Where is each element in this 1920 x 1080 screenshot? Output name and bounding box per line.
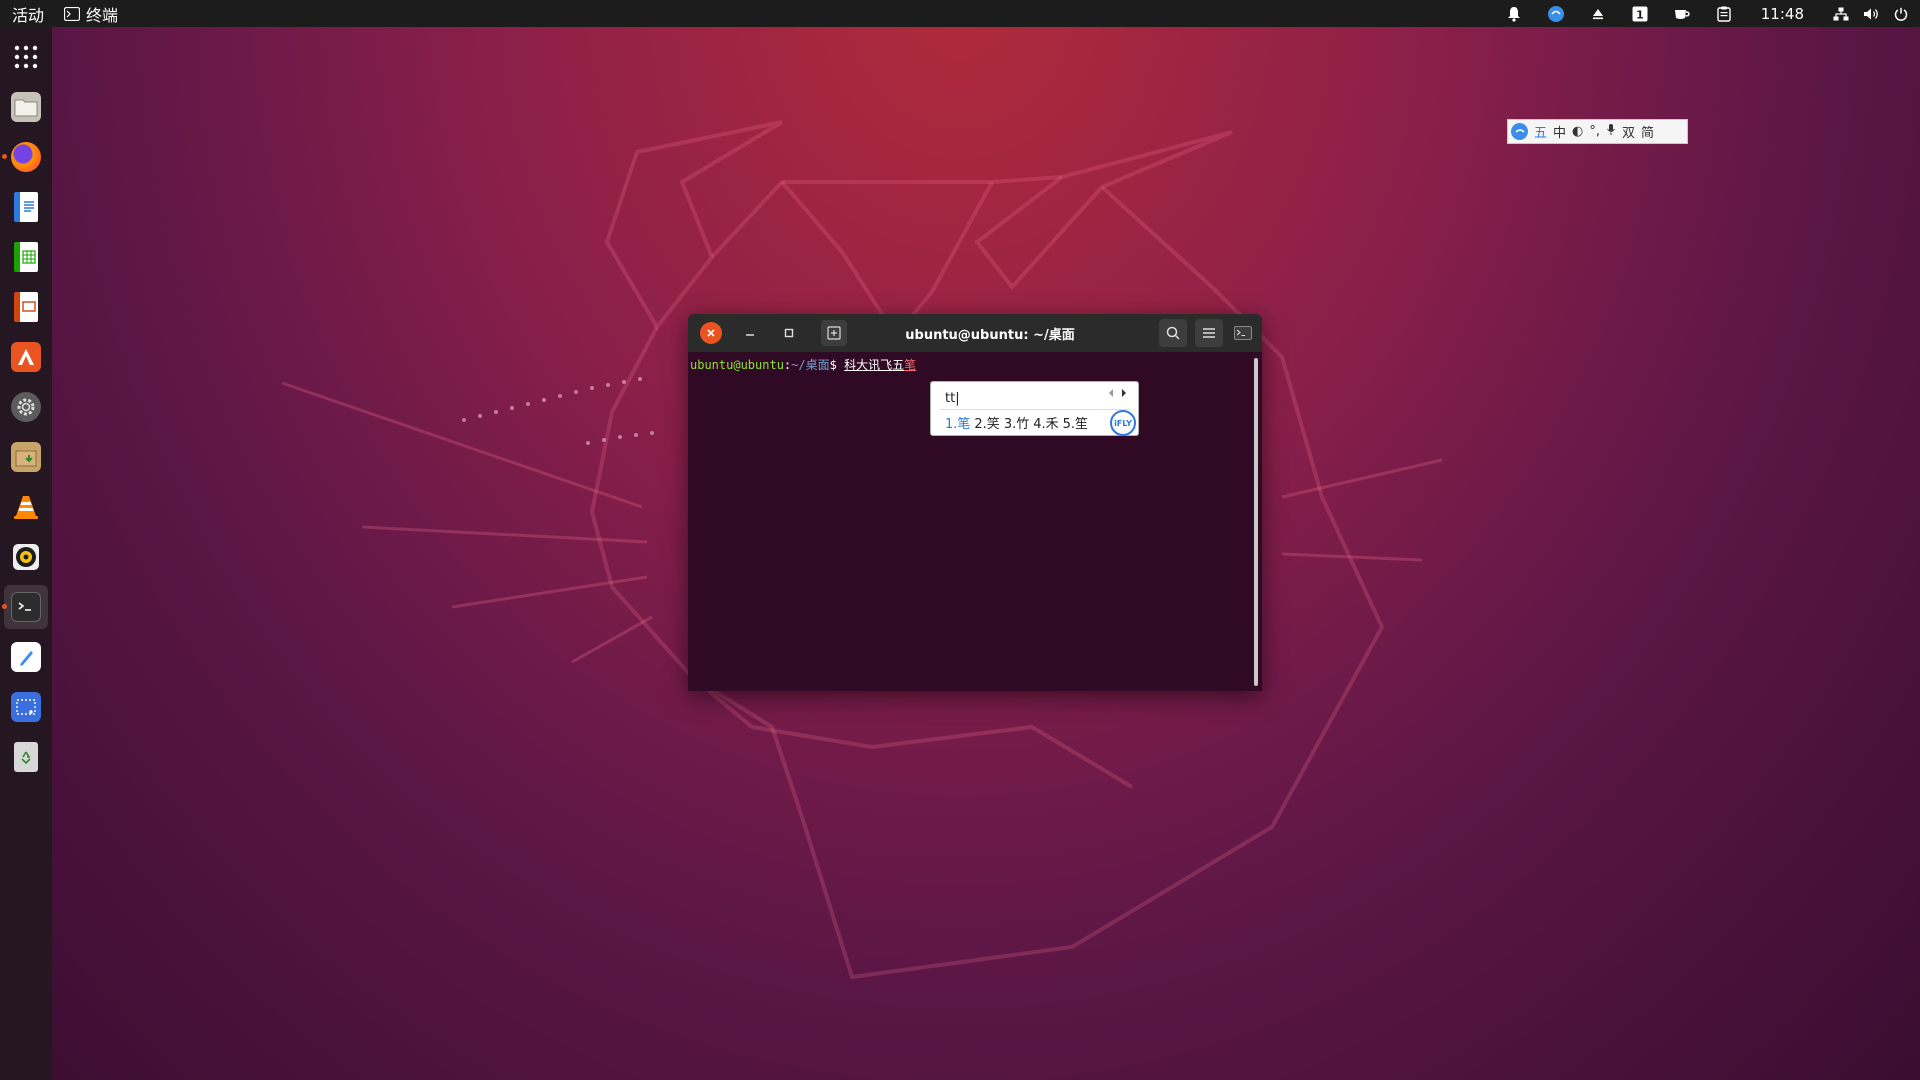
ime-candidate-popup: tt| 1.笔 2.笑 3.竹 4.禾 5.笙 iFLY	[930, 381, 1139, 436]
clock[interactable]: 11:48	[1761, 5, 1804, 23]
close-icon	[707, 329, 715, 337]
ime-preedit-text: 科大讯飞五	[844, 358, 905, 372]
microphone-icon[interactable]	[1606, 123, 1616, 140]
terminal-window[interactable]: ubuntu@ubuntu: ~/桌面 ubuntu@ubuntu:~/桌面$ …	[688, 314, 1262, 691]
ime-fullwidth-toggle[interactable]: ◐	[1572, 124, 1583, 139]
volume-icon[interactable]	[1860, 3, 1882, 25]
files-icon	[11, 92, 41, 122]
divider	[939, 409, 1130, 410]
ime-punctuation-toggle[interactable]: °,	[1589, 124, 1600, 139]
terminal-small-icon	[1234, 326, 1252, 340]
ime-candidate[interactable]: 4.禾	[1033, 413, 1058, 432]
impress-icon	[14, 292, 38, 322]
maximize-icon	[784, 328, 794, 338]
dock-terminal[interactable]	[2, 585, 48, 629]
ime-candidate[interactable]: 1.笔	[945, 413, 970, 432]
rhythmbox-speaker-icon	[13, 544, 39, 570]
search-button[interactable]	[1159, 319, 1187, 347]
app-menu[interactable]: 终端	[56, 2, 118, 26]
dock-archive[interactable]	[4, 435, 48, 479]
system-tray: 1 11:48	[1483, 0, 1912, 27]
dock-files[interactable]	[4, 85, 48, 129]
power-icon[interactable]	[1890, 3, 1912, 25]
ime-mode-toggle[interactable]: 五	[1534, 122, 1547, 141]
terminal-icon	[64, 6, 81, 21]
close-button[interactable]	[700, 322, 722, 344]
ime-page-arrows[interactable]	[1107, 388, 1128, 401]
scrollbar[interactable]	[1254, 358, 1258, 686]
ime-logo-icon[interactable]	[1511, 123, 1528, 140]
new-tab-icon	[827, 326, 841, 340]
bell-icon[interactable]	[1503, 3, 1525, 25]
ime-tray-icon[interactable]	[1545, 3, 1567, 25]
dock-trash[interactable]	[4, 735, 48, 779]
new-tab-button[interactable]	[821, 320, 847, 346]
dock	[0, 27, 52, 1080]
app-grid-icon	[14, 45, 38, 69]
ifly-logo-icon: iFLY	[1110, 410, 1136, 436]
running-indicator	[2, 604, 7, 609]
terminal-titlebar[interactable]: ubuntu@ubuntu: ~/桌面	[688, 314, 1262, 352]
vlc-cone-icon	[14, 496, 38, 519]
writer-icon	[14, 192, 38, 222]
maximize-button[interactable]	[777, 321, 801, 345]
running-indicator	[2, 154, 7, 159]
ime-simplified-toggle[interactable]: 简	[1641, 122, 1654, 141]
ime-double-pinyin-toggle[interactable]: 双	[1622, 122, 1635, 141]
clipboard-icon[interactable]	[1713, 3, 1735, 25]
ime-language-toggle[interactable]: 中	[1553, 122, 1566, 141]
top-bar: 活动 终端 1 11:48	[0, 0, 1920, 27]
activities-button[interactable]: 活动	[0, 2, 56, 26]
dock-writer[interactable]	[4, 185, 48, 229]
svg-text:1: 1	[1636, 8, 1644, 21]
minimize-icon	[746, 334, 754, 336]
ime-candidate[interactable]: 2.笑	[974, 413, 999, 432]
ime-status-bar: 五 中 ◐ °, 双 简	[1507, 119, 1688, 144]
archive-box-icon	[11, 442, 41, 472]
calc-icon	[14, 242, 38, 272]
screenshot-icon	[11, 692, 41, 722]
settings-gear-icon	[11, 392, 41, 422]
dock-vlc[interactable]	[4, 485, 48, 529]
ime-input-string: tt|	[945, 391, 960, 406]
software-store-icon	[11, 342, 41, 372]
dock-firefox[interactable]	[2, 135, 48, 179]
dock-impress[interactable]	[4, 285, 48, 329]
ime-preedit-current: 笔	[904, 358, 917, 372]
dock-screenshot[interactable]	[4, 685, 48, 729]
ime-candidate[interactable]: 5.笙	[1063, 413, 1088, 432]
ime-candidate-list: 1.笔 2.笑 3.竹 4.禾 5.笙	[945, 413, 1088, 432]
ime-candidate[interactable]: 3.竹	[1004, 413, 1029, 432]
hamburger-menu-button[interactable]	[1195, 319, 1223, 347]
firefox-icon	[11, 142, 41, 172]
dock-software[interactable]	[4, 335, 48, 379]
next-page-icon[interactable]	[1120, 388, 1128, 398]
prompt-user: ubuntu@ubuntu	[690, 358, 784, 372]
eject-icon[interactable]	[1587, 3, 1609, 25]
network-icon[interactable]	[1830, 3, 1852, 25]
caffeine-icon[interactable]	[1671, 3, 1693, 25]
app-menu-label: 终端	[86, 5, 119, 25]
dock-rhythmbox[interactable]	[4, 535, 48, 579]
terminal-profile-button[interactable]	[1230, 322, 1256, 344]
prev-page-icon[interactable]	[1107, 388, 1115, 398]
minimize-button[interactable]	[738, 321, 762, 345]
show-applications-button[interactable]	[4, 35, 48, 79]
text-editor-icon	[11, 642, 41, 672]
hamburger-icon	[1203, 328, 1215, 338]
workspace-indicator-icon[interactable]: 1	[1629, 3, 1651, 25]
dock-calc[interactable]	[4, 235, 48, 279]
dock-settings[interactable]	[4, 385, 48, 429]
prompt-path: ~/桌面	[791, 358, 830, 372]
dock-text-editor[interactable]	[4, 635, 48, 679]
trash-icon	[14, 742, 38, 772]
search-icon	[1166, 326, 1180, 340]
terminal-app-icon	[11, 592, 41, 622]
prompt-symbol: $	[829, 358, 837, 372]
